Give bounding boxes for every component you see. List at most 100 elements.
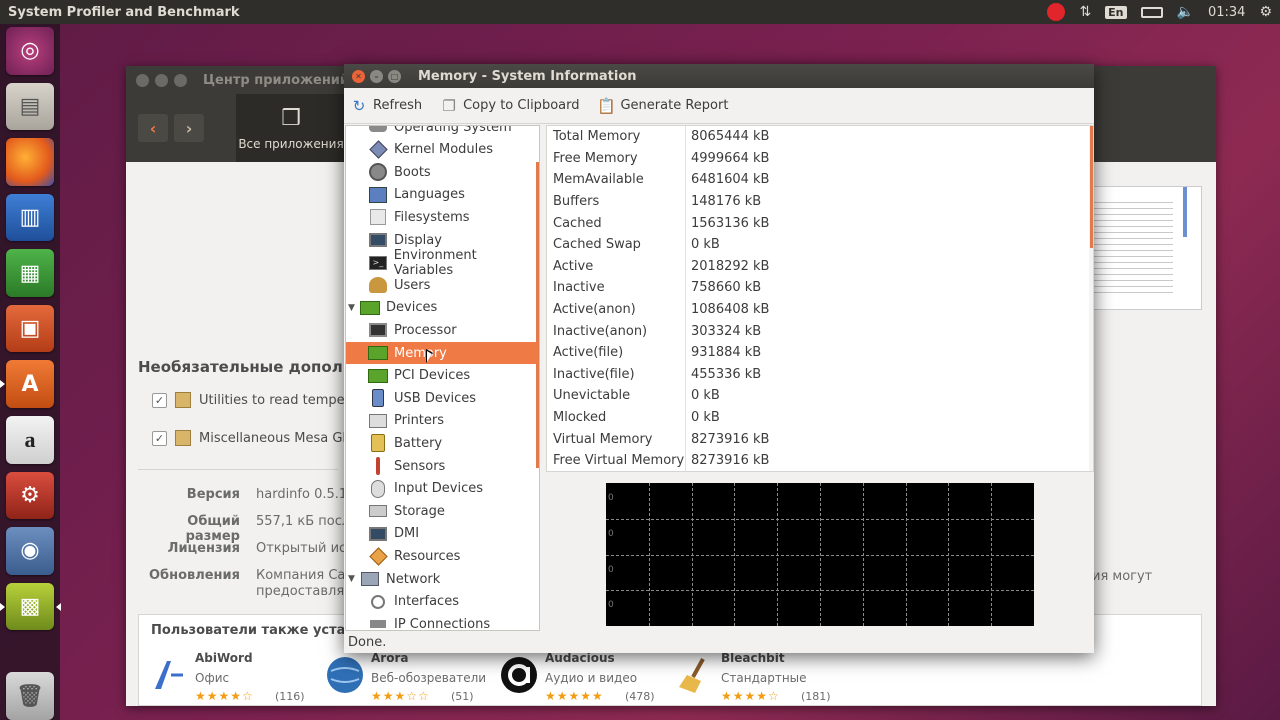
tree-item-memory[interactable]: Memory: [346, 342, 538, 364]
memory-row[interactable]: Active(anon) 1086408 kB: [547, 299, 1092, 321]
impress-icon[interactable]: ▣: [6, 304, 54, 353]
tree-item-label: Devices: [386, 300, 438, 316]
mouse-icon: [368, 479, 388, 498]
tree-item-users[interactable]: Users: [346, 274, 538, 296]
tree-item-ip-connections[interactable]: IP Connections: [346, 613, 538, 630]
close-icon[interactable]: [136, 73, 149, 87]
memory-row[interactable]: Inactive(anon) 303324 kB: [547, 320, 1092, 342]
memory-row[interactable]: Mlocked 0 kB: [547, 407, 1092, 429]
memory-field-value: 0 kB: [691, 237, 720, 253]
expander-arrow-icon[interactable]: ▼: [348, 574, 358, 584]
tree-item-devices[interactable]: ▼ Devices: [346, 297, 538, 319]
memory-field-name: Buffers: [553, 194, 600, 210]
writer-icon[interactable]: ▥: [6, 193, 54, 242]
tree-item-battery[interactable]: Battery: [346, 432, 538, 454]
memory-row[interactable]: MemAvailable 6481604 kB: [547, 169, 1092, 191]
tree-item-printers[interactable]: Printers: [346, 410, 538, 432]
battery-icon[interactable]: [1140, 6, 1163, 18]
tree-item-usb-devices[interactable]: USB Devices: [346, 387, 538, 409]
generate-report-button[interactable]: 📋 Generate Report: [597, 97, 728, 115]
graph-tick-label: 0: [608, 600, 614, 611]
minimize-icon[interactable]: –: [370, 69, 383, 83]
app-card[interactable]: Audacious Аудио и видео ★★★★★ (478): [499, 651, 669, 707]
window-titlebar[interactable]: ✕ – □ Memory - System Information: [344, 64, 1094, 88]
tree-item-pci-devices[interactable]: PCI Devices: [346, 365, 538, 387]
hardinfo-icon[interactable]: ▩: [0, 582, 61, 631]
expander-arrow-icon[interactable]: ▼: [348, 303, 358, 313]
memory-row[interactable]: Virtual Memory 8273916 kB: [547, 428, 1092, 450]
memory-row[interactable]: Total Memory 8065444 kB: [547, 126, 1092, 148]
tree-item-interfaces[interactable]: Interfaces: [346, 591, 538, 613]
memory-row[interactable]: Active 2018292 kB: [547, 256, 1092, 278]
memory-row[interactable]: Free Virtual Memory 8273916 kB: [547, 450, 1092, 471]
addon-item[interactable]: ✓ Miscellaneous Mesa GL: [152, 430, 350, 446]
memory-field-value: 6481604 kB: [691, 172, 770, 188]
tree-item-kernel-modules[interactable]: Kernel Modules: [346, 139, 538, 161]
app-card[interactable]: Arora Веб-обозреватели ★★★☆☆ (51): [325, 651, 495, 707]
package-icon: [175, 430, 191, 446]
close-icon[interactable]: ✕: [352, 69, 365, 83]
amazon-icon[interactable]: a: [6, 416, 54, 464]
dash-icon[interactable]: ◎: [6, 27, 54, 75]
graph-tick-label: 0: [608, 564, 614, 575]
copy-to-clipboard-button[interactable]: ❐ Copy to Clipboard: [440, 97, 579, 115]
system-information-window[interactable]: ✕ – □ Memory - System Information ↻ Refr…: [344, 64, 1094, 653]
memory-row[interactable]: Inactive 758660 kB: [547, 277, 1092, 299]
maximize-icon[interactable]: [174, 73, 187, 87]
minimize-icon[interactable]: [155, 73, 168, 87]
backup-icon[interactable]: ◉: [6, 527, 54, 575]
memory-row[interactable]: Cached Swap 0 kB: [547, 234, 1092, 256]
tree-item-network[interactable]: ▼ Network: [346, 568, 538, 590]
keyboard-layout-indicator[interactable]: En: [1105, 5, 1127, 19]
maximize-icon[interactable]: □: [388, 69, 401, 83]
memory-row[interactable]: Inactive(file) 455336 kB: [547, 364, 1092, 386]
app-card[interactable]: AbiWord Офис ★★★★☆ (116): [149, 651, 319, 707]
all-apps-button[interactable]: ❒ Все приложения: [236, 94, 346, 162]
memory-details-list[interactable]: Total Memory 8065444 kB Free Memory 4999664…: [546, 125, 1094, 472]
app-rating-stars: ★★★★☆: [721, 689, 780, 703]
checkbox[interactable]: ✓: [152, 392, 167, 408]
session-gear-icon[interactable]: ⚙: [1259, 4, 1272, 20]
memory-row[interactable]: Buffers 148176 kB: [547, 191, 1092, 213]
memory-row[interactable]: Cached 1563136 kB: [547, 212, 1092, 234]
software-center-icon[interactable]: A: [0, 360, 54, 409]
tree-item-operating-system[interactable]: Operating System: [346, 126, 538, 138]
volume-icon[interactable]: 🔈: [1177, 4, 1194, 20]
network-updown-icon[interactable]: ⇅: [1079, 4, 1091, 20]
clock[interactable]: 01:34: [1208, 5, 1245, 20]
tree-item-processor[interactable]: Processor: [346, 319, 538, 341]
tree-item-filesystems[interactable]: Filesystems: [346, 206, 538, 228]
ipc-icon: [368, 615, 388, 630]
tree-item-environment-variables[interactable]: >_ Environment Variables: [346, 248, 538, 278]
category-tree[interactable]: Operating System Kernel Modules Boots Langu…: [345, 125, 540, 631]
tree-item-resources[interactable]: Resources: [346, 545, 538, 567]
memory-row[interactable]: Free Memory 4999664 kB: [547, 148, 1092, 170]
also-installed-title: Пользователи также устана: [151, 623, 364, 638]
memory-row[interactable]: Active(file) 931884 kB: [547, 342, 1092, 364]
addon-item[interactable]: ✓ Utilities to read tempe: [152, 392, 345, 408]
checkbox[interactable]: ✓: [152, 430, 167, 446]
memory-row[interactable]: Unevictable 0 kB: [547, 385, 1092, 407]
interface-icon: [368, 593, 388, 611]
tree-item-input-devices[interactable]: Input Devices: [346, 478, 538, 500]
memory-field-name: Active: [553, 258, 594, 274]
report-icon: 📋: [597, 96, 616, 115]
calc-icon[interactable]: ▦: [6, 249, 54, 297]
memory-field-value: 0 kB: [691, 410, 720, 426]
app-card[interactable]: Bleachbit Стандартные ★★★★☆ (181): [675, 651, 845, 707]
tree-item-storage[interactable]: Storage: [346, 500, 538, 522]
trash-icon[interactable]: 🗑: [6, 672, 54, 720]
forward-button[interactable]: ›: [174, 114, 204, 142]
info-key: [136, 584, 240, 599]
system-settings-icon[interactable]: ⚙: [6, 471, 54, 520]
tree-item-boots[interactable]: Boots: [346, 161, 538, 183]
back-button[interactable]: ‹: [138, 114, 168, 142]
memory-field-value: 8273916 kB: [691, 431, 770, 447]
tree-item-dmi[interactable]: DMI: [346, 523, 538, 545]
files-icon[interactable]: ▤: [6, 82, 54, 131]
tree-item-languages[interactable]: Languages: [346, 184, 538, 206]
firefox-icon[interactable]: [6, 138, 54, 186]
refresh-button[interactable]: ↻ Refresh: [350, 97, 422, 115]
tree-item-sensors[interactable]: Sensors: [346, 455, 538, 477]
record-indicator-icon[interactable]: [1047, 3, 1066, 21]
